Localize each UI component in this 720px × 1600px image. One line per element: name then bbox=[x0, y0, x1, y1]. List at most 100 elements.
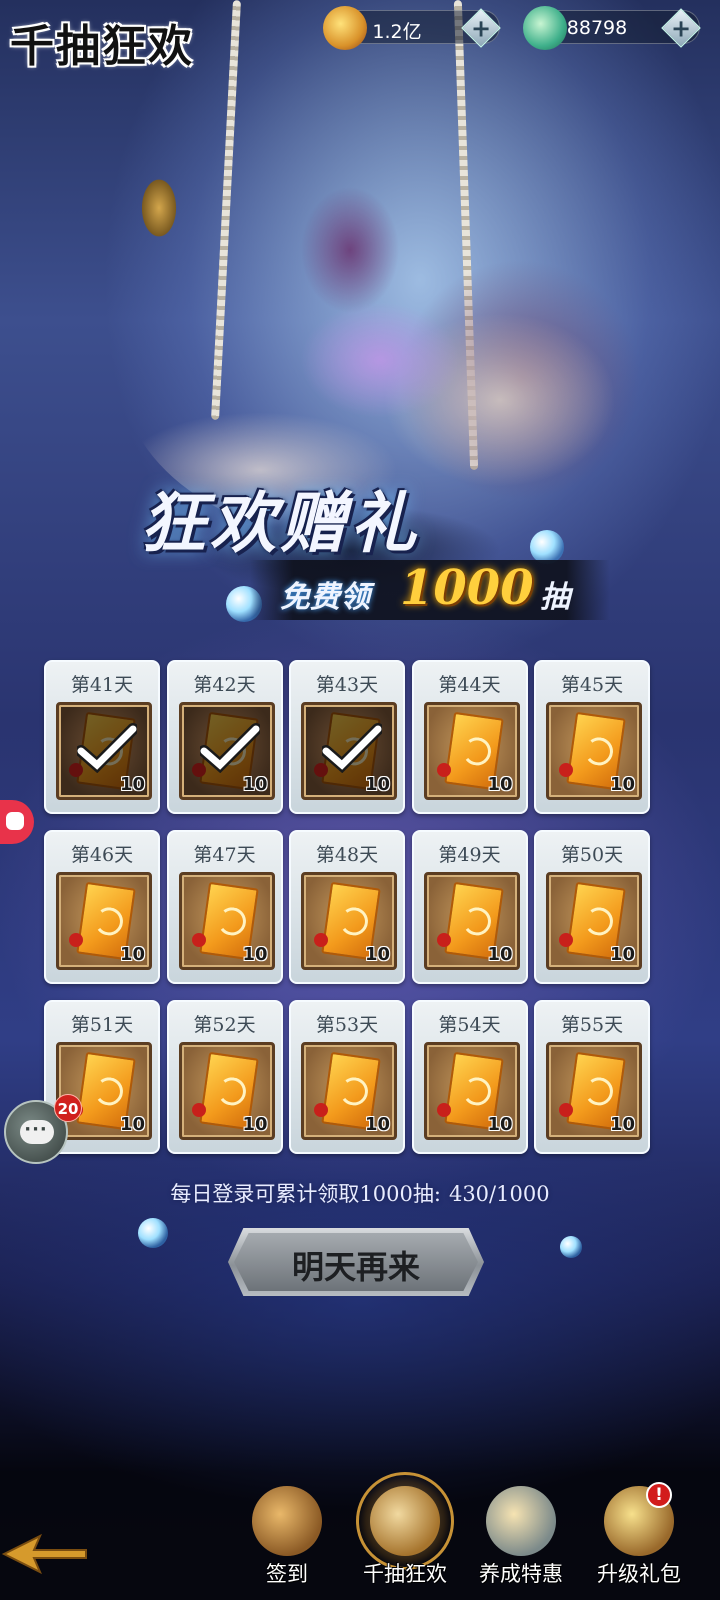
nav-sign-in-label: 签到 bbox=[266, 1562, 308, 1586]
banner-title: 狂欢赠礼 bbox=[140, 484, 420, 562]
reward-day-label: 第44天 bbox=[438, 674, 501, 696]
reward-quantity: 10 bbox=[242, 944, 268, 965]
reward-item-frame: 10 bbox=[546, 1042, 642, 1140]
reward-item-frame: 10 bbox=[301, 702, 397, 800]
reward-day-cell[interactable]: 第49天 10 bbox=[411, 830, 528, 984]
reward-quantity: 10 bbox=[487, 1114, 513, 1135]
back-arrow-icon[interactable] bbox=[0, 1532, 90, 1576]
reward-day-label: 第46天 bbox=[70, 844, 134, 866]
tassel-icon bbox=[314, 1103, 328, 1117]
chat-dots-icon: ··· bbox=[24, 1119, 48, 1140]
reward-day-cell[interactable]: 第47天 10 bbox=[166, 830, 283, 984]
reward-item-frame: 10 bbox=[56, 702, 152, 800]
plus-icon: + bbox=[470, 14, 492, 43]
reward-day-label: 第49天 bbox=[438, 844, 501, 866]
checkmark-icon bbox=[322, 723, 382, 773]
chat-button[interactable]: ··· 20 bbox=[4, 1094, 82, 1164]
reward-day-label: 第41天 bbox=[70, 674, 134, 696]
alert-badge: ! bbox=[646, 1482, 672, 1508]
nav-growth-deals[interactable]: 养成特惠 bbox=[466, 1486, 576, 1600]
reward-day-label: 第45天 bbox=[560, 674, 624, 696]
nav-growth-deals-label: 养成特惠 bbox=[479, 1562, 563, 1586]
reward-day-cell[interactable]: 第53天 10 bbox=[289, 1000, 405, 1154]
reward-day-cell[interactable]: 第48天 10 bbox=[289, 830, 405, 984]
add-jade-button[interactable]: + bbox=[661, 8, 701, 48]
reward-day-label: 第43天 bbox=[315, 674, 379, 696]
reward-day-cell[interactable]: 第55天 10 bbox=[534, 1000, 650, 1154]
tassel-icon bbox=[436, 763, 451, 777]
progress-label: 每日登录可累计领取1000抽: bbox=[170, 1182, 441, 1206]
progress-count: 430/1000 bbox=[448, 1182, 550, 1206]
checkmark-icon bbox=[77, 723, 137, 773]
currency-jade: 88798 + bbox=[523, 6, 701, 50]
tassel-icon bbox=[559, 763, 573, 777]
reward-item-frame: 10 bbox=[423, 872, 520, 970]
reward-item-frame: 10 bbox=[546, 702, 642, 800]
reward-day-cell[interactable]: 第54天 10 bbox=[411, 1000, 528, 1154]
reward-quantity: 10 bbox=[609, 944, 635, 965]
tassel-icon bbox=[69, 933, 83, 947]
tassel-icon bbox=[436, 1103, 451, 1117]
reward-quantity: 10 bbox=[242, 1114, 268, 1135]
reward-day-label: 第51天 bbox=[70, 1014, 134, 1036]
reward-day-cell[interactable]: 第46天 10 bbox=[44, 830, 160, 984]
tassel-icon bbox=[191, 933, 206, 947]
come-back-tomorrow-label: 明天再来 bbox=[291, 1248, 420, 1286]
reward-quantity: 10 bbox=[119, 1114, 145, 1135]
banner-amount: 1000 bbox=[400, 560, 534, 616]
currency-gold-value: 1.2亿 bbox=[372, 21, 422, 43]
banner-subtitle: 免费领 1000 抽 bbox=[250, 560, 610, 620]
reward-quantity: 10 bbox=[487, 774, 513, 795]
reward-day-label: 第42天 bbox=[193, 674, 256, 696]
reward-quantity: 10 bbox=[364, 944, 390, 965]
tassel-icon bbox=[436, 933, 451, 947]
currency-gold: 1.2亿 + bbox=[323, 6, 501, 50]
nav-level-pack-label: 升级礼包 bbox=[597, 1562, 681, 1586]
reward-day-cell[interactable]: 第44天 10 bbox=[411, 660, 528, 814]
reward-quantity: 10 bbox=[119, 944, 145, 965]
reward-item-frame: 10 bbox=[423, 1042, 520, 1140]
reward-item-frame: 10 bbox=[56, 872, 152, 970]
reward-day-label: 第48天 bbox=[315, 844, 379, 866]
plus-icon: + bbox=[670, 14, 692, 43]
reward-item-frame: 10 bbox=[301, 872, 397, 970]
reward-quantity: 10 bbox=[609, 1114, 635, 1135]
reward-quantity: 10 bbox=[119, 774, 145, 795]
reward-day-cell[interactable]: 第45天 10 bbox=[534, 660, 650, 814]
reward-day-cell[interactable]: 第42天 10 bbox=[166, 660, 283, 814]
checkmark-icon bbox=[199, 723, 260, 773]
tassel-icon bbox=[559, 933, 573, 947]
reward-quantity: 10 bbox=[242, 774, 268, 795]
add-gold-button[interactable]: + bbox=[461, 8, 501, 48]
lantern-ornament bbox=[132, 148, 186, 258]
coin-chest-icon bbox=[486, 1486, 556, 1556]
banner-unit: 抽 bbox=[540, 580, 570, 615]
reward-day-label: 第50天 bbox=[560, 844, 624, 866]
reward-item-frame: 10 bbox=[178, 702, 275, 800]
nav-thousand-draws[interactable]: 千抽狂欢 bbox=[350, 1472, 460, 1600]
reward-day-label: 第53天 bbox=[315, 1014, 379, 1036]
banner-free-label: 免费领 bbox=[280, 580, 370, 615]
reward-item-frame: 10 bbox=[178, 1042, 275, 1140]
page-title: 千抽狂欢 bbox=[10, 21, 194, 72]
scroll-icon bbox=[252, 1486, 322, 1556]
reward-day-label: 第52天 bbox=[193, 1014, 256, 1036]
reward-day-cell[interactable]: 第43天 10 bbox=[289, 660, 405, 814]
chat-badge: 20 bbox=[54, 1094, 82, 1122]
chest-icon bbox=[370, 1486, 440, 1556]
nav-level-pack[interactable]: ! 升级礼包 bbox=[584, 1482, 694, 1600]
reward-item-frame: 10 bbox=[423, 702, 520, 800]
tassel-icon bbox=[559, 1103, 573, 1117]
reward-day-cell[interactable]: 第52天 10 bbox=[166, 1000, 283, 1154]
progress-text: 每日登录可累计领取1000抽: 430/1000 bbox=[0, 1178, 720, 1208]
reward-item-frame: 10 bbox=[546, 872, 642, 970]
reward-day-cell[interactable]: 第41天 10 bbox=[44, 660, 160, 814]
reward-day-cell[interactable]: 第50天 10 bbox=[534, 830, 650, 984]
come-back-tomorrow-button[interactable]: 明天再来 bbox=[228, 1228, 484, 1296]
nav-thousand-draws-label: 千抽狂欢 bbox=[363, 1562, 447, 1586]
nav-sign-in[interactable]: 签到 bbox=[232, 1486, 342, 1600]
reward-item-frame: 10 bbox=[178, 872, 275, 970]
reward-day-label: 第54天 bbox=[438, 1014, 501, 1036]
tassel-icon bbox=[191, 1103, 206, 1117]
bubble-decoration bbox=[560, 1236, 582, 1258]
